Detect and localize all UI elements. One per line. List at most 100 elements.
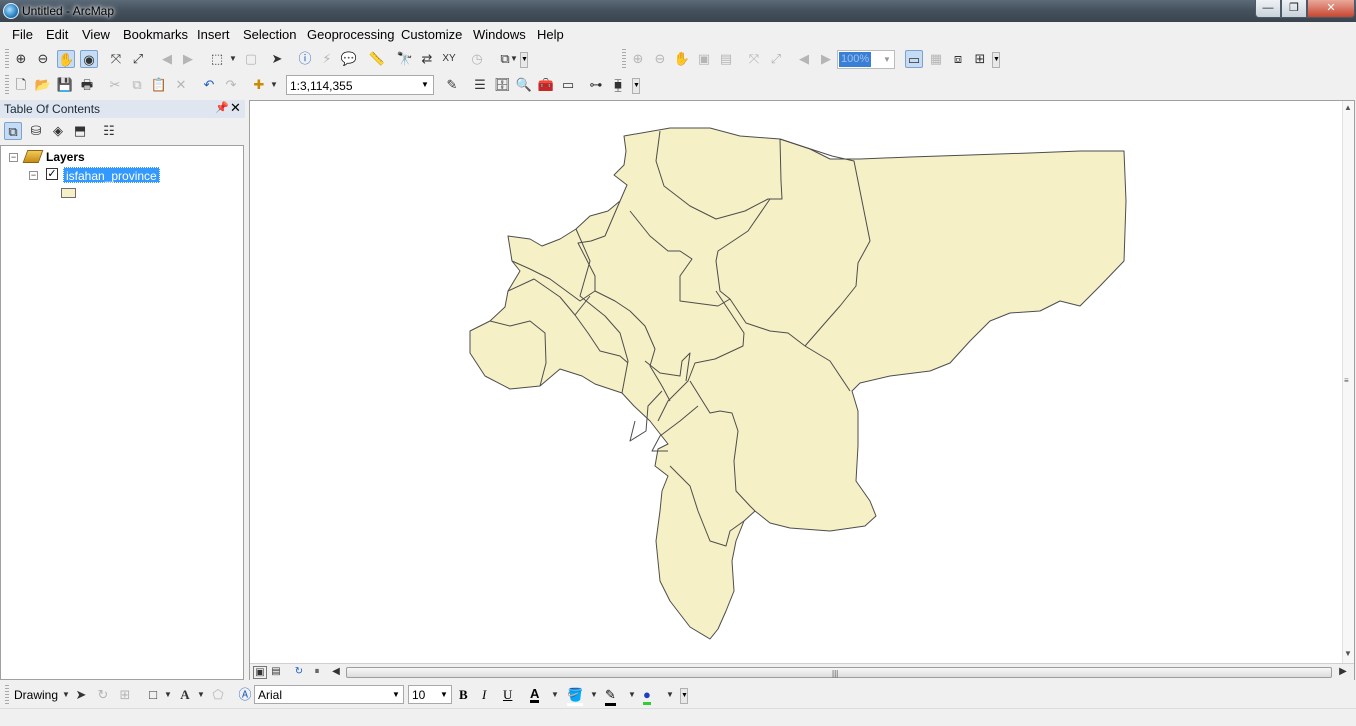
- catalog-window-icon[interactable]: 🗄: [493, 76, 511, 94]
- select-elements-arrow-icon[interactable]: ➤: [72, 686, 90, 704]
- text-tool-icon[interactable]: A: [176, 686, 194, 704]
- drawing-dropdown-icon[interactable]: ▼: [62, 686, 70, 704]
- scroll-left-icon[interactable]: ◀: [329, 666, 343, 679]
- measure-icon[interactable]: 📏: [368, 50, 386, 68]
- shape-dropdown-icon[interactable]: ▼: [164, 686, 172, 704]
- focus-data-frame-icon[interactable]: ▦: [927, 50, 945, 68]
- menu-insert[interactable]: Insert: [197, 27, 230, 42]
- python-window-icon[interactable]: ▭: [559, 76, 577, 94]
- data-view-icon[interactable]: ▣: [253, 666, 267, 679]
- layout-overflow-icon[interactable]: ▼: [992, 52, 1000, 68]
- layout-zoom-percent-combo[interactable]: 100% ▼: [837, 50, 895, 69]
- hyperlink-icon[interactable]: ⚡: [318, 50, 336, 68]
- copy-icon[interactable]: ⧉: [128, 76, 146, 94]
- maximize-button[interactable]: ❐: [1281, 0, 1307, 18]
- list-by-source-icon[interactable]: ⛁: [27, 122, 45, 140]
- layout-pan-icon[interactable]: ✋: [673, 50, 691, 68]
- rotate-icon[interactable]: ↻: [94, 686, 112, 704]
- editor-toolbar-icon[interactable]: ✎: [443, 76, 461, 94]
- menu-view[interactable]: View: [82, 27, 110, 42]
- data-driven-pages-icon[interactable]: ⊞: [971, 50, 989, 68]
- select-features-dropdown-icon[interactable]: ▼: [229, 50, 237, 68]
- menu-geoprocessing[interactable]: Geoprocessing: [307, 27, 394, 42]
- map-canvas[interactable]: [250, 101, 1342, 663]
- font-color-dropdown-icon[interactable]: ▼: [551, 686, 559, 704]
- fill-color-bucket-icon[interactable]: 🪣: [567, 687, 584, 706]
- viewer-dropdown-icon[interactable]: ▼: [510, 50, 518, 68]
- pin-icon[interactable]: 📌: [215, 101, 229, 114]
- underline-button[interactable]: U: [503, 687, 512, 703]
- delete-icon[interactable]: ✕: [172, 76, 190, 94]
- italic-button[interactable]: I: [482, 687, 486, 703]
- data-frame-layers-label[interactable]: Layers: [46, 150, 85, 164]
- chevron-down-icon[interactable]: ▼: [437, 686, 451, 703]
- drawing-overflow-icon[interactable]: ▼: [680, 688, 688, 704]
- zoom-to-selected-elements-icon[interactable]: ⊞: [116, 686, 134, 704]
- menu-edit[interactable]: Edit: [46, 27, 68, 42]
- toc-close-icon[interactable]: ✕: [230, 100, 241, 116]
- cut-icon[interactable]: ✂: [106, 76, 124, 94]
- map-vertical-scrollbar[interactable]: ▲ ≡ ▼: [1342, 101, 1354, 663]
- horizontal-scroll-thumb[interactable]: |||: [346, 667, 1332, 678]
- collapse-layers-icon[interactable]: −: [9, 153, 18, 162]
- modelbuilder-icon[interactable]: ⊶: [587, 76, 605, 94]
- refresh-icon[interactable]: ↻: [292, 666, 306, 679]
- layout-forward-icon[interactable]: ▶: [817, 50, 835, 68]
- chevron-down-icon[interactable]: ▼: [417, 76, 433, 94]
- pause-drawing-icon[interactable]: ⏸: [310, 666, 324, 679]
- list-by-selection-icon[interactable]: ⬒: [71, 122, 89, 140]
- pan-hand-icon[interactable]: ✋: [57, 50, 75, 68]
- find-binoculars-icon[interactable]: 🔭: [396, 50, 414, 68]
- fixed-zoom-out-icon[interactable]: ⤢: [129, 50, 147, 68]
- layout-view-icon[interactable]: ▤: [269, 666, 283, 679]
- full-extent-globe-icon[interactable]: ◉: [80, 50, 98, 68]
- change-layout-icon[interactable]: ⧈: [949, 50, 967, 68]
- back-extent-icon[interactable]: ◀: [158, 50, 176, 68]
- standard-overflow-icon[interactable]: ▼: [632, 78, 640, 94]
- search-window-icon[interactable]: 🔍: [515, 76, 533, 94]
- layer-symbol-swatch[interactable]: [61, 188, 76, 198]
- line-color-pen-icon[interactable]: ✎: [605, 687, 616, 706]
- layer-name-isfahan-province[interactable]: isfahan_province: [63, 167, 160, 183]
- save-icon[interactable]: 💾: [56, 76, 74, 94]
- font-family-combo[interactable]: Arial ▼: [254, 685, 404, 704]
- scroll-right-icon[interactable]: ▶: [1336, 666, 1350, 679]
- text-dropdown-icon[interactable]: ▼: [197, 686, 205, 704]
- zoom-in-icon[interactable]: ⊕: [12, 50, 30, 68]
- bold-button[interactable]: B: [459, 687, 468, 703]
- arcmap-help-icon[interactable]: ⧯: [609, 76, 627, 94]
- menu-windows[interactable]: Windows: [473, 27, 526, 42]
- minimize-button[interactable]: —: [1255, 0, 1281, 18]
- chevron-down-icon[interactable]: ▼: [389, 686, 403, 703]
- clear-selection-icon[interactable]: ▢: [242, 50, 260, 68]
- select-elements-arrow-icon[interactable]: ➤: [268, 50, 286, 68]
- zoom-whole-page-icon[interactable]: ▣: [695, 50, 713, 68]
- layout-zoom-in-icon[interactable]: ⊕: [629, 50, 647, 68]
- add-data-icon[interactable]: ✚: [250, 76, 268, 94]
- map-scale-combo[interactable]: 1:3,114,355 ▼: [286, 75, 434, 95]
- layout-fixed-zoom-in-icon[interactable]: ⤧: [745, 50, 763, 68]
- chevron-down-icon[interactable]: ▼: [880, 51, 894, 68]
- redo-icon[interactable]: ↷: [222, 76, 240, 94]
- list-by-drawing-order-icon[interactable]: ⧉: [4, 122, 22, 140]
- toolbar-grip[interactable]: [5, 685, 9, 705]
- line-color-dropdown-icon[interactable]: ▼: [628, 686, 636, 704]
- scroll-grip-icon[interactable]: ≡: [1344, 376, 1349, 385]
- layout-fixed-zoom-out-icon[interactable]: ⤢: [767, 50, 785, 68]
- menu-bookmarks[interactable]: Bookmarks: [123, 27, 188, 42]
- find-route-icon[interactable]: ⇄: [418, 50, 436, 68]
- toolbar-grip[interactable]: [5, 75, 9, 95]
- marker-color-dropdown-icon[interactable]: ▼: [666, 686, 674, 704]
- scroll-down-icon[interactable]: ▼: [1344, 649, 1352, 658]
- fixed-zoom-in-icon[interactable]: ⤧: [107, 50, 125, 68]
- rectangle-icon[interactable]: □: [144, 686, 162, 704]
- scroll-up-icon[interactable]: ▲: [1344, 103, 1352, 112]
- collapse-layer-icon[interactable]: −: [29, 171, 38, 180]
- layer-visibility-checkbox[interactable]: ✓: [46, 168, 58, 180]
- toolbar-overflow-icon[interactable]: ▼: [520, 52, 528, 68]
- zoom-out-icon[interactable]: ⊖: [34, 50, 52, 68]
- layout-zoom-out-icon[interactable]: ⊖: [651, 50, 669, 68]
- arcmap-globe-icon[interactable]: [3, 3, 19, 19]
- font-color-button[interactable]: A: [530, 687, 540, 703]
- font-size-combo[interactable]: 10 ▼: [408, 685, 452, 704]
